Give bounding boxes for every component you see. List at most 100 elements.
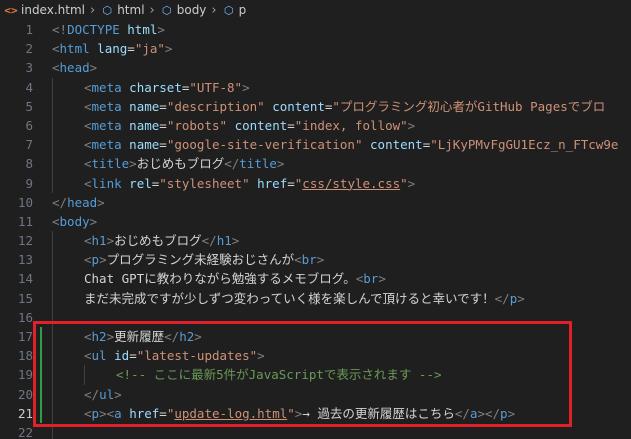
chevron-right-icon: ›: [211, 2, 217, 18]
code-token: meta: [91, 137, 122, 153]
indent-guide: [52, 422, 53, 439]
indent-guide: [52, 77, 53, 97]
line-number: 14: [17, 271, 33, 287]
code-token: body: [59, 213, 90, 229]
code-token: name: [129, 98, 160, 114]
indent-guide: [52, 154, 53, 174]
indent-guide: [52, 288, 53, 308]
indent-guide: [52, 96, 53, 116]
code-token: Chat GPTに教わりながら勉強するメモブログ。: [84, 271, 356, 287]
code-line[interactable]: 18 <ul id="latest-updates">: [0, 346, 631, 366]
line-number: 16: [17, 309, 33, 325]
code-token: >: [99, 252, 107, 268]
breadcrumb-item-file[interactable]: <> index.html: [4, 3, 85, 17]
code-line[interactable]: 7 <meta name="google-site-verification" c…: [0, 135, 631, 155]
code-token: <: [84, 405, 92, 421]
code-line[interactable]: 10 </head>: [0, 193, 631, 212]
indent-guide: [52, 173, 53, 193]
code-token: >: [276, 156, 285, 172]
code-token: </: [201, 233, 217, 249]
code-text: <p>プログラミング未経験おじさんが<br>: [84, 250, 324, 269]
code-line[interactable]: 15 まだ未完成ですが少しずつ変わっていく様を楽しんで頂けると幸いです！</p>: [0, 288, 631, 308]
code-token: p: [91, 252, 100, 268]
line-number: 15: [17, 290, 33, 306]
chevron-right-icon: ›: [149, 2, 155, 18]
code-line[interactable]: 17 <h2>更新履歴</h2>: [0, 327, 631, 347]
code-token: >: [106, 329, 115, 344]
code-line[interactable]: 14 Chat GPTに教わりながら勉強するメモブログ。<br>: [0, 269, 631, 289]
code-editor[interactable]: 1 <!DOCTYPE html> 2 <html lang="ja"> 3 <head>…: [0, 20, 631, 439]
breadcrumb-item-p[interactable]: ⬡ p: [222, 3, 246, 17]
code-token: html: [127, 22, 158, 37]
code-token: ul: [99, 386, 115, 402]
code-token: content: [234, 117, 288, 133]
code-line[interactable]: 20 </ul>: [0, 384, 631, 404]
code-line[interactable]: 6 <meta name="robots" content="index, fol…: [0, 115, 631, 136]
code-token: "google-site-verification": [166, 137, 363, 153]
code-token: おじめもブログ: [136, 156, 225, 172]
code-line[interactable]: 21 <p><a href="update-log.html">→ 過去の更新履歴…: [0, 403, 631, 423]
code-token: </: [164, 329, 180, 344]
code-token: >: [378, 271, 386, 287]
code-token: h2: [179, 329, 195, 344]
code-token: ></: [477, 405, 501, 421]
code-token: <: [84, 175, 92, 191]
code-token: >: [157, 22, 165, 37]
code-token: >: [257, 348, 265, 364]
line-number: 19: [17, 367, 33, 383]
code-line[interactable]: 22: [0, 422, 631, 439]
code-token: ul: [91, 348, 107, 364]
indent-guide: [52, 307, 53, 327]
code-text: <meta charset="UTF-8">: [84, 78, 250, 97]
cube-icon: ⬡: [161, 3, 172, 17]
code-line[interactable]: 19 <!-- ここに最新5件がJavaScriptで表示されます -->: [0, 365, 631, 385]
code-line[interactable]: 11 <body>: [0, 212, 631, 231]
code-token: <!-- ここに最新5件がJavaScriptで表示されます -->: [116, 367, 442, 383]
code-token: content: [370, 137, 423, 153]
code-text: <meta name="robots" content="index, foll…: [84, 116, 415, 135]
code-line[interactable]: 8 <title>おじめもブログ</title>: [0, 154, 631, 174]
code-line[interactable]: 13 <p>プログラミング未経験おじさんが<br>: [0, 250, 631, 270]
code-line[interactable]: 12 <h1>おじめもブログ</h1>: [0, 231, 631, 251]
code-token: update-log.html: [174, 405, 288, 421]
chevron-right-icon: ›: [89, 2, 96, 18]
code-token: <: [52, 60, 60, 76]
code-token: <: [84, 156, 92, 172]
code-token: >: [164, 41, 173, 57]
code-token: <: [84, 79, 92, 95]
code-token: name: [129, 117, 160, 133]
code-token: 更新履歴: [114, 329, 165, 344]
code-token: a: [114, 405, 122, 421]
code-token: ><: [99, 405, 115, 421]
line-number: 1: [25, 22, 33, 37]
code-token: title: [239, 156, 277, 172]
code-token: title: [91, 156, 130, 172]
line-number: 6: [25, 117, 33, 133]
code-token: p: [500, 405, 508, 421]
line-number: 5: [25, 98, 33, 114]
indent-guide: [84, 365, 85, 385]
line-number: 10: [17, 194, 33, 210]
indent-guide: [52, 250, 53, 270]
code-line[interactable]: 5 <meta name="description" content="プログラミ…: [0, 96, 631, 116]
code-line[interactable]: 9 <link rel="stylesheet" href="css/style.…: [0, 173, 631, 193]
code-line[interactable]: 2 <html lang="ja">: [0, 39, 631, 58]
code-text: <!DOCTYPE html>: [52, 20, 165, 39]
indent-guide: [52, 365, 53, 385]
code-text: Chat GPTに教わりながら勉強するメモブログ。<br>: [84, 269, 386, 288]
line-number: 20: [17, 386, 33, 402]
breadcrumb-item-html[interactable]: ⬡ html: [100, 3, 144, 17]
code-text: <title>おじめもブログ</title>: [84, 154, 284, 173]
code-line[interactable]: 16: [0, 307, 631, 327]
line-number: 22: [17, 424, 33, 439]
code-line[interactable]: 1 <!DOCTYPE html>: [0, 20, 631, 39]
line-number: 2: [25, 41, 33, 57]
code-text: </head>: [52, 193, 105, 212]
code-token: </: [494, 290, 510, 306]
code-line[interactable]: 3 <head>: [0, 58, 631, 77]
code-token: <: [84, 252, 92, 268]
code-line[interactable]: 4 <meta charset="UTF-8">: [0, 77, 631, 97]
code-token: =: [287, 117, 295, 133]
breadcrumb-item-body[interactable]: ⬡ body: [160, 3, 207, 17]
